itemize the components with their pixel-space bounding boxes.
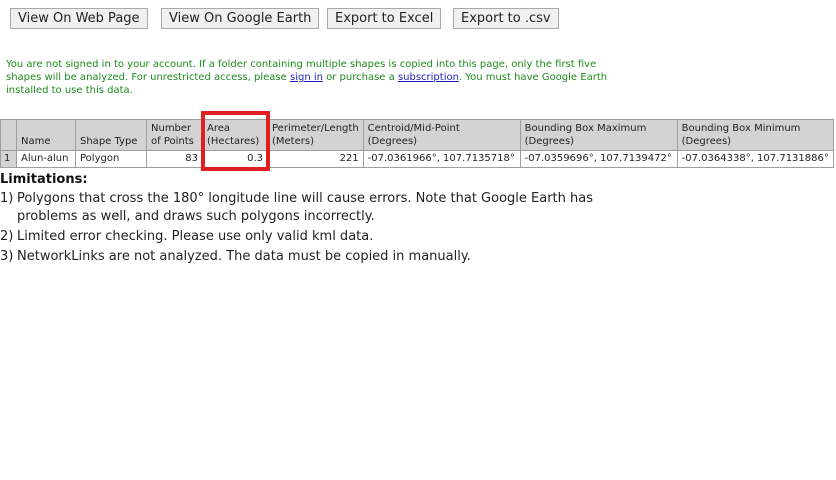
cell-area: 0.3 xyxy=(202,150,268,168)
limitations-list: 1) Polygons that cross the 180° longitude… xyxy=(0,190,620,268)
header-points-line-1: Number xyxy=(151,123,192,134)
list-item-text: Limited error checking. Please use only … xyxy=(17,229,374,244)
export-to-excel-button[interactable]: Export to Excel xyxy=(327,8,442,29)
subscription-link[interactable]: subscription xyxy=(398,72,459,83)
list-item: 3) NetworkLinks are not analyzed. The dat… xyxy=(0,248,620,266)
header-perimeter-line-2: (Meters) xyxy=(272,136,314,147)
results-table: Name Shape Type Number of Points Area (Hec… xyxy=(0,119,835,168)
header-index xyxy=(0,119,17,151)
cell-shape-type: Polygon xyxy=(75,150,147,168)
list-item-number: 3) xyxy=(0,249,14,264)
header-centroid-line-1: Centroid/Mid-Point xyxy=(367,123,460,134)
header-name-label: Name xyxy=(21,136,51,147)
header-bounding-box-min: Bounding Box Minimum (Degrees) xyxy=(676,119,835,151)
header-shape-type: Shape Type xyxy=(75,119,147,151)
header-name: Name xyxy=(16,119,76,151)
header-area-line-1: Area xyxy=(207,123,231,134)
header-perimeter: Perimeter/Length (Meters) xyxy=(267,119,364,151)
view-on-google-earth-button[interactable]: View On Google Earth xyxy=(161,8,320,29)
notice-text-2: or purchase a xyxy=(322,72,398,83)
list-item: 2) Limited error checking. Please use onl… xyxy=(0,228,620,246)
list-item: 1) Polygons that cross the 180° longitude… xyxy=(0,190,620,226)
cell-centroid: -07.0361966°, 107.7135718° xyxy=(362,150,521,168)
view-on-web-page-button[interactable]: View On Web Page xyxy=(10,8,148,29)
sign-in-notice: You are not signed in to your account. I… xyxy=(6,58,626,97)
header-area: Area (Hectares) xyxy=(202,119,268,151)
header-points-line-2: of Points xyxy=(151,136,194,147)
cell-bounding-box-max: -07.0359696°, 107.7139472° xyxy=(519,150,678,168)
header-bbmax-line-1: Bounding Box Maximum xyxy=(524,123,647,134)
list-item-number: 1) xyxy=(0,191,14,206)
cell-name: Alun-alun xyxy=(16,150,76,168)
header-centroid-line-2: (Degrees) xyxy=(367,136,418,147)
header-shape-type-label: Shape Type xyxy=(80,136,138,147)
header-area-line-2: (Hectares) xyxy=(207,136,260,147)
row-index: 1 xyxy=(0,150,17,168)
list-item-number: 2) xyxy=(0,229,14,244)
list-item-text: Polygons that cross the 180° longitude l… xyxy=(17,191,593,224)
header-number-of-points: Number of Points xyxy=(146,119,203,151)
page: View On Web Page View On Google Earth Ex… xyxy=(0,0,836,480)
header-perimeter-line-1: Perimeter/Length xyxy=(272,123,359,134)
header-centroid: Centroid/Mid-Point (Degrees) xyxy=(362,119,521,151)
table-row: 1 Alun-alun Polygon 83 0.3 221 -07.03619… xyxy=(0,150,835,168)
header-bounding-box-max: Bounding Box Maximum (Degrees) xyxy=(519,119,678,151)
list-item-text: NetworkLinks are not analyzed. The data … xyxy=(17,249,471,264)
export-to-csv-button[interactable]: Export to .csv xyxy=(453,8,559,29)
cell-number-of-points: 83 xyxy=(146,150,203,168)
header-bbmin-line-2: (Degrees) xyxy=(681,136,732,147)
table-header-row: Name Shape Type Number of Points Area (Hec… xyxy=(0,119,835,151)
header-bbmax-line-2: (Degrees) xyxy=(524,136,575,147)
cell-bounding-box-min: -07.0364338°, 107.7131886° xyxy=(676,150,835,168)
header-bbmin-line-1: Bounding Box Minimum xyxy=(681,123,801,134)
sign-in-link[interactable]: sign in xyxy=(290,72,323,83)
limitations-title: Limitations: xyxy=(0,172,88,187)
cell-perimeter: 221 xyxy=(267,150,364,168)
